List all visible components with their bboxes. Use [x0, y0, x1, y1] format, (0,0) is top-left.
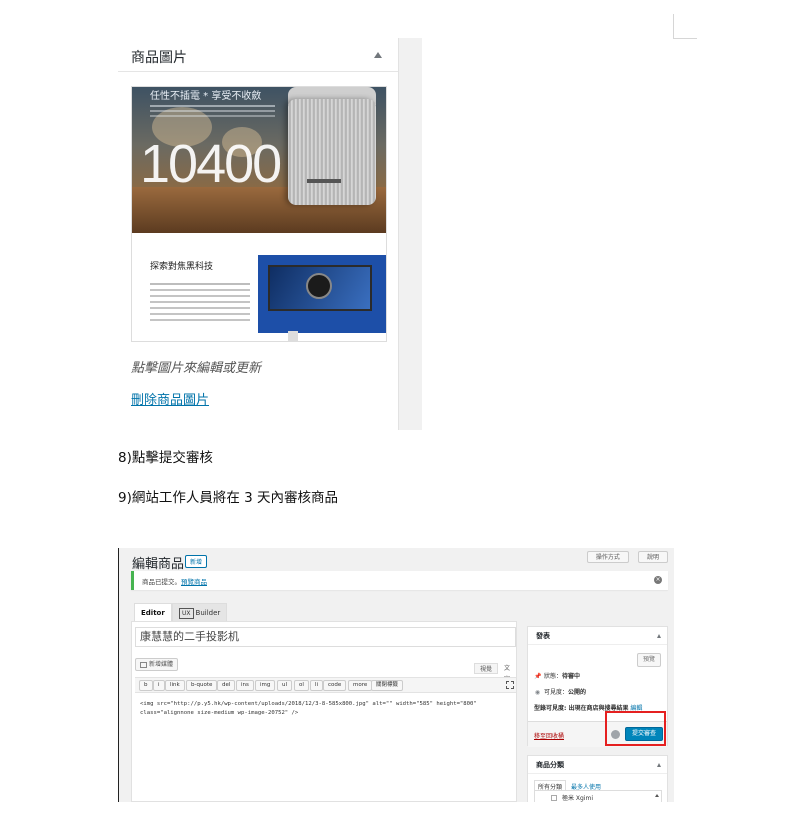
- metabox-side-strip: [398, 38, 422, 430]
- post-status: 📌 狀態：待審中: [534, 671, 580, 680]
- categories-box-title: 商品分類: [536, 761, 564, 769]
- add-media-button[interactable]: 新增媒體: [135, 658, 179, 671]
- tab-visual[interactable]: 視覺: [474, 663, 499, 674]
- collapse-arrow-icon[interactable]: [374, 52, 382, 58]
- tab-editor[interactable]: Editor: [134, 603, 172, 621]
- ux-logo-icon: UX: [179, 608, 194, 619]
- quicktag-more-button[interactable]: more: [348, 680, 373, 691]
- quicktag-code-button[interactable]: code: [323, 680, 347, 691]
- publish-box-title: 發表: [536, 632, 550, 640]
- editor-content-textarea[interactable]: <img src="http://p.y5.hk/wp-content/uplo…: [140, 700, 510, 718]
- eye-icon: ◉: [534, 689, 541, 696]
- highlight-box: [605, 711, 666, 746]
- quicktag-close-tags-button[interactable]: 關閉標籤: [371, 680, 404, 691]
- projector-logo: [307, 179, 341, 183]
- remove-product-image-link[interactable]: 刪除商品圖片: [131, 389, 209, 408]
- fullscreen-icon[interactable]: [506, 681, 514, 689]
- tab-ux-builder[interactable]: UX Builder: [172, 603, 228, 621]
- focus-badge-icon: [306, 273, 332, 299]
- submitted-notice: 商品已提交。預覽商品 ×: [131, 571, 668, 590]
- page-corner-mark: [673, 14, 674, 38]
- pin-icon: 📌: [534, 673, 542, 680]
- image-headline: 任性不插電 * 享受不收斂: [150, 91, 262, 102]
- notice-text: 商品已提交。預覽商品: [142, 576, 207, 586]
- quicktag-ol-button[interactable]: ol: [294, 680, 309, 691]
- ux-builder-label: Builder: [195, 609, 221, 617]
- preview-product-link[interactable]: 預覽商品: [181, 578, 207, 586]
- projector-device: [288, 99, 376, 205]
- publish-box-header[interactable]: 發表: [528, 627, 667, 645]
- image-feature-section: 探索對焦黑科技: [132, 233, 386, 341]
- image-body-lines: [150, 283, 250, 285]
- quicktag-li-button[interactable]: li: [310, 680, 324, 691]
- edit-product-screenshot: 操作方式 說明 編輯商品 新增 商品已提交。預覽商品 × Editor UX Bu…: [118, 548, 674, 802]
- quicktag-link-button[interactable]: link: [165, 680, 185, 691]
- close-circle-icon[interactable]: ×: [654, 576, 662, 584]
- quicktag-del-button[interactable]: del: [217, 680, 236, 691]
- quicktag-ul-button[interactable]: ul: [277, 680, 293, 691]
- screen-options-bar: 操作方式 說明: [583, 548, 668, 563]
- screen-options-button[interactable]: 操作方式: [586, 551, 629, 563]
- add-new-button[interactable]: 新增: [185, 555, 208, 568]
- product-image-screenshot: 商品圖片 任性不插電 * 享受不收斂 10400 探索對焦黑科技 點擊圖片來編輯…: [118, 38, 422, 430]
- projector-stand: [288, 331, 298, 341]
- add-media-label: 新增媒體: [149, 661, 174, 668]
- category-item[interactable]: 極米 Xgimi: [551, 793, 593, 802]
- image-lower-heading: 探索對焦黑科技: [150, 262, 214, 272]
- image-subtext-lines: [150, 105, 275, 107]
- collapse-arrow-icon[interactable]: [657, 634, 661, 638]
- scrollbar-arrow-icon[interactable]: [655, 794, 659, 797]
- status-value: 待審中: [562, 673, 581, 680]
- visibility-value: 公開的: [568, 689, 587, 696]
- product-title-input[interactable]: 康慧慧的二手投影机: [135, 627, 516, 647]
- editor-main-panel: 康慧慧的二手投影机 新增媒體 視覺 文字 b i link b-quote de…: [131, 621, 517, 802]
- collapse-arrow-icon[interactable]: [657, 763, 661, 767]
- categories-box-header[interactable]: 商品分類: [528, 756, 667, 774]
- move-to-trash-link[interactable]: 移至回收桶: [534, 731, 564, 740]
- image-edit-hint: 點擊圖片來編輯或更新: [131, 361, 262, 376]
- metabox-title: 商品圖片: [131, 50, 187, 66]
- product-categories-box: 商品分類 所有分類 最多人使用 極米 Xgimi: [527, 755, 668, 802]
- preview-button[interactable]: 預覽: [636, 653, 661, 667]
- media-icon: [140, 661, 147, 668]
- product-image-metabox-header[interactable]: 商品圖片: [118, 38, 398, 72]
- quicktag-img-button[interactable]: img: [255, 680, 276, 691]
- page-corner-mark: [673, 38, 697, 39]
- quicktag-bold-button[interactable]: b: [139, 680, 153, 691]
- image-hero-section: 任性不插電 * 享受不收斂 10400: [132, 87, 386, 233]
- quicktags-toolbar: b i link b-quote del ins img ul ol li co…: [135, 677, 516, 693]
- quicktag-italic-button[interactable]: i: [153, 680, 165, 691]
- help-button[interactable]: 說明: [637, 551, 668, 563]
- page-title: 編輯商品: [132, 557, 185, 572]
- step-8-text: 8)點擊提交審核: [118, 450, 213, 466]
- quicktag-quote-button[interactable]: b-quote: [186, 680, 218, 691]
- code-line: class="alignnone size-medium wp-image-20…: [140, 710, 299, 716]
- category-checklist: 極米 Xgimi: [534, 790, 662, 802]
- visibility-label: 可見度：: [544, 689, 569, 696]
- notice-message: 商品已提交。: [142, 578, 181, 586]
- post-visibility: ◉ 可見度：公開的: [534, 687, 586, 696]
- checkbox-icon[interactable]: [551, 795, 557, 801]
- code-line: <img src="http://p.y5.hk/wp-content/uplo…: [140, 701, 477, 707]
- step-9-text: 9)網站工作人員將在 3 天內審核商品: [118, 490, 339, 506]
- quicktag-ins-button[interactable]: ins: [236, 680, 254, 691]
- image-big-number: 10400: [140, 134, 282, 194]
- product-image[interactable]: 任性不插電 * 享受不收斂 10400 探索對焦黑科技: [131, 86, 387, 342]
- category-item-label: 極米 Xgimi: [562, 795, 594, 802]
- status-label: 狀態：: [544, 673, 563, 680]
- tab-text[interactable]: 文字: [499, 663, 516, 683]
